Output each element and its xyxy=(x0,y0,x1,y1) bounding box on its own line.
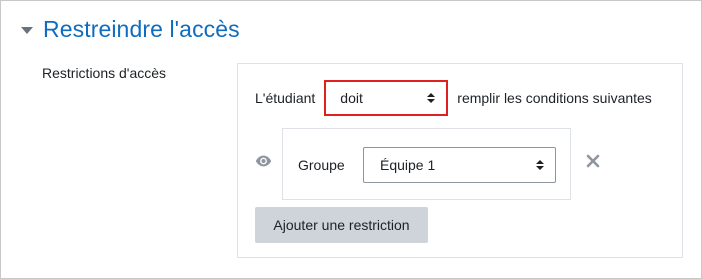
close-icon[interactable] xyxy=(586,154,600,168)
condition-group-box: Groupe Équipe 1 xyxy=(282,128,571,200)
group-select-value: Équipe 1 xyxy=(380,157,436,173)
eye-icon[interactable] xyxy=(255,155,272,167)
condition-type-label: Groupe xyxy=(298,157,345,173)
conditions-suffix-text: remplir les conditions suivantes xyxy=(457,90,652,106)
availability-row: L'étudiant doit remplir les conditions s… xyxy=(255,80,652,116)
must-select[interactable]: doit xyxy=(324,80,449,116)
field-label: Restrictions d'accès xyxy=(42,65,167,81)
must-select-value: doit xyxy=(340,90,363,106)
availability-container: L'étudiant doit remplir les conditions s… xyxy=(237,63,683,258)
section-header[interactable]: Restreindre l'accès xyxy=(21,16,240,43)
add-restriction-button[interactable]: Ajouter une restriction xyxy=(255,207,428,243)
group-select[interactable]: Équipe 1 xyxy=(363,147,556,183)
up-down-arrows-icon xyxy=(536,160,544,170)
up-down-arrows-icon xyxy=(427,93,436,103)
restrict-access-panel: Restreindre l'accès Restrictions d'accès… xyxy=(0,0,702,279)
section-title[interactable]: Restreindre l'accès xyxy=(43,16,240,43)
student-prefix-text: L'étudiant xyxy=(255,90,316,106)
caret-down-icon[interactable] xyxy=(21,26,33,34)
